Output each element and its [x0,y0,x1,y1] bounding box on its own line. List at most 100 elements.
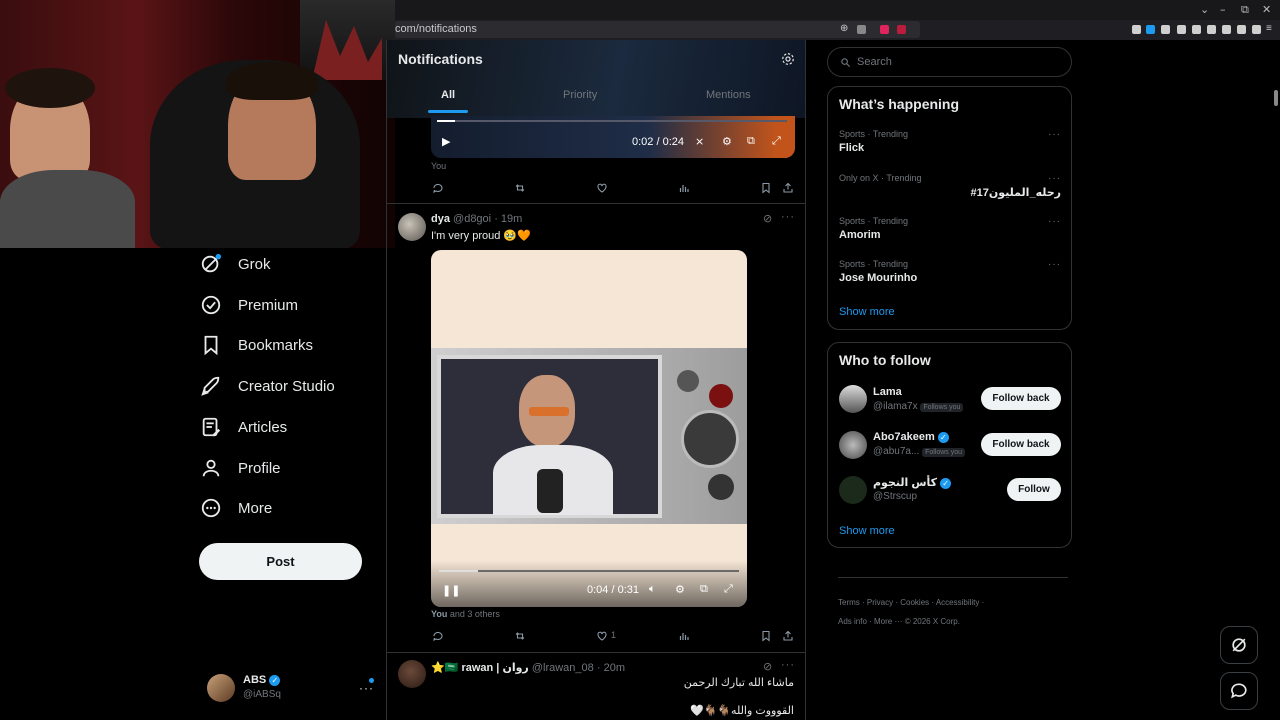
reply-icon[interactable] [431,629,445,643]
reply-icon[interactable] [431,181,445,195]
rewards-icon[interactable] [897,25,906,34]
post-time[interactable]: 20m [604,662,625,674]
nav-item-grok[interactable]: Grok [200,249,271,279]
grok-icon[interactable]: ⊘ [763,212,772,225]
tab-priority[interactable]: Priority [563,89,597,101]
follow-name[interactable]: كأس النجوم ✓ [873,476,952,489]
author-name[interactable]: dya [431,213,450,225]
repost-icon[interactable] [513,629,527,643]
avatar[interactable] [398,660,426,688]
follow-show-more-link[interactable]: Show more [839,525,895,537]
menu-icon[interactable]: ≡ [1266,23,1275,34]
bookmark-icon[interactable] [759,629,773,643]
avatar[interactable] [398,213,426,241]
nav-item-articles[interactable]: Articles [200,412,287,442]
avatar[interactable] [839,431,867,459]
grok-icon[interactable]: ⊘ [763,660,772,673]
follow-name[interactable]: Lama [873,386,902,398]
brave-shield-icon[interactable] [880,25,889,34]
nav-item-creator-studio[interactable]: Creator Studio [200,371,335,401]
grok-fab[interactable] [1220,626,1258,664]
follow-back-button[interactable]: Follow back [981,387,1061,410]
extension-icon[interactable] [1146,25,1155,34]
author-handle[interactable]: @lrawan_08 [532,662,594,674]
chevron-down-icon[interactable]: ⌄ [1200,3,1209,16]
footer-link[interactable]: Ads info [838,617,867,626]
trend-item[interactable]: Sports · Trending Flick ··· [839,129,1061,154]
nav-item-bookmarks[interactable]: Bookmarks [200,330,313,360]
more-icon[interactable]: ··· [1048,129,1061,140]
scrollbar-thumb[interactable] [1274,90,1278,106]
more-icon[interactable]: ··· [781,211,795,223]
messages-fab[interactable] [1220,672,1258,710]
views-icon[interactable] [677,629,691,643]
fullscreen-icon[interactable]: ⤢ [724,583,733,596]
more-icon[interactable]: ··· [1048,259,1061,270]
repost-icon[interactable] [513,181,527,195]
extension-icon[interactable] [1161,25,1170,34]
video-player[interactable]: ▶ 0:02 / 0:24 ⨯ ⚙ ⧉ ⤢ [431,116,795,158]
volume-icon[interactable]: 🔈︎ [649,583,656,596]
extension-icon[interactable] [1177,25,1186,34]
minimize-icon[interactable]: – [1220,3,1226,16]
like-icon[interactable] [595,181,609,195]
author-name[interactable]: ⭐🇸🇦 rawan | روان [431,662,529,674]
sidebar-icon[interactable] [1207,25,1216,34]
more-icon[interactable]: ··· [781,659,795,671]
video-settings-icon[interactable]: ⚙ [675,583,685,596]
extension-icon[interactable] [1132,25,1141,34]
more-icon[interactable]: ··· [1048,173,1061,184]
avatar[interactable] [839,385,867,413]
article-icon [202,417,221,437]
pip-icon[interactable]: ⧉ [747,135,755,148]
share-icon[interactable] [781,181,795,195]
author-handle[interactable]: @d8goi [453,213,491,225]
account-avatar[interactable] [207,674,235,702]
footer-link[interactable]: Terms [838,598,860,607]
footer-link[interactable]: More ··· [874,617,902,626]
zoom-icon[interactable]: ⊕ [840,23,849,34]
video-player[interactable]: ❚❚ 0:04 / 0:31 🔈︎ ⚙ ⧉ ⤢ [431,250,747,607]
nav-item-profile[interactable]: Profile [200,453,281,483]
follow-name[interactable]: Abo7akeem ✓ [873,431,949,443]
like-icon[interactable] [595,629,609,643]
video-progress-track[interactable] [437,120,787,122]
settings-icon[interactable] [781,52,795,66]
play-icon[interactable]: ▶ [442,135,450,148]
follow-back-button[interactable]: Follow back [981,433,1061,456]
mute-icon[interactable]: ⨯ [695,135,704,148]
trend-item[interactable]: Sports · Trending Amorim ··· [839,216,1061,241]
post-button[interactable]: Post [199,543,362,580]
pause-icon[interactable]: ❚❚ [442,584,460,597]
screen-icon[interactable] [857,25,866,34]
trends-show-more-link[interactable]: Show more [839,306,895,318]
account-menu-icon[interactable]: ··· [359,681,374,695]
fullscreen-icon[interactable]: ⤢ [772,135,781,148]
nav-item-premium[interactable]: Premium [200,290,298,320]
bookmark-icon[interactable] [759,181,773,195]
search-input[interactable]: Search [827,47,1072,77]
footer-link[interactable]: Accessibility [936,598,980,607]
close-icon[interactable]: ✕ [1262,3,1271,16]
wallet-icon[interactable] [1222,25,1231,34]
trend-category: Only on X · Trending [839,173,922,183]
trend-item[interactable]: Sports · Trending Jose Mourinho ··· [839,259,1061,284]
avatar[interactable] [839,476,867,504]
post-time[interactable]: 19m [501,213,522,225]
pip-icon[interactable]: ⧉ [700,583,708,596]
share-icon[interactable] [781,629,795,643]
tab-mentions[interactable]: Mentions [706,89,751,101]
shield-icon[interactable] [1252,25,1261,34]
footer-link[interactable]: Cookies [900,598,929,607]
restore-icon[interactable]: ⧉ [1241,3,1249,17]
nav-item-more[interactable]: More [200,493,272,523]
trend-item[interactable]: Only on X · Trending #رحله_المليون17 ··· [839,173,1061,199]
tab-all[interactable]: All [441,89,455,101]
extension-icon[interactable] [1237,25,1246,34]
footer-link[interactable]: Privacy [867,598,893,607]
views-icon[interactable] [677,181,691,195]
more-icon[interactable]: ··· [1048,216,1061,227]
video-settings-icon[interactable]: ⚙ [722,135,732,148]
follow-button[interactable]: Follow [1007,478,1061,501]
music-icon[interactable] [1192,25,1201,34]
